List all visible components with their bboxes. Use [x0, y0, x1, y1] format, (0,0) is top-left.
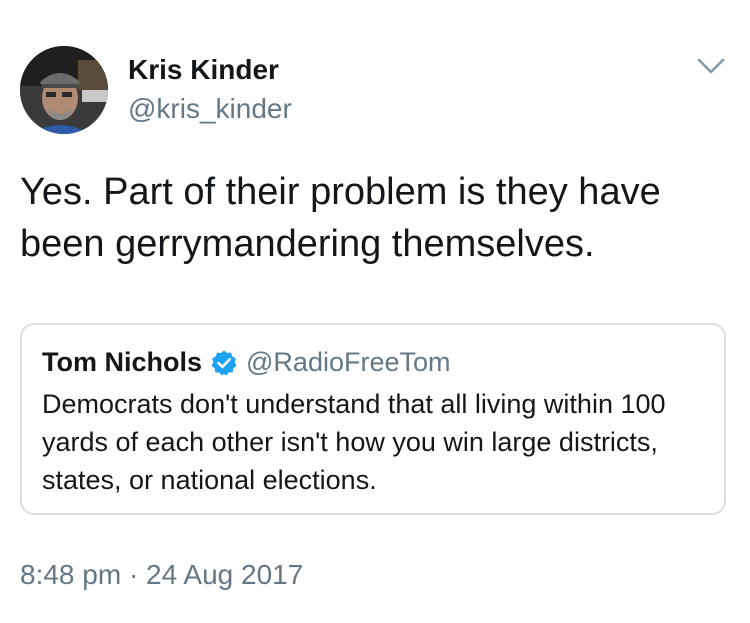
- profile-photo: [20, 46, 108, 134]
- tweet-timestamp[interactable]: 8:48 pm · 24 Aug 2017: [20, 559, 303, 591]
- quoted-tweet-text: Democrats don't understand that all livi…: [42, 389, 666, 495]
- quoted-author-name: Tom Nichols: [42, 347, 203, 377]
- tweet-text: Yes. Part of their problem is they have …: [20, 171, 661, 265]
- quoted-author-handle: @RadioFreeTom: [246, 347, 451, 377]
- chevron-down-icon[interactable]: [696, 55, 726, 77]
- author-name[interactable]: Kris Kinder: [128, 54, 279, 86]
- quoted-tweet-header: Tom Nichols @RadioFreeTom: [42, 347, 451, 378]
- verified-badge-icon: [210, 349, 238, 377]
- avatar[interactable]: [20, 46, 108, 134]
- quoted-tweet[interactable]: Tom Nichols @RadioFreeTom Democrats don'…: [20, 323, 726, 515]
- author-handle[interactable]: @kris_kinder: [128, 93, 292, 125]
